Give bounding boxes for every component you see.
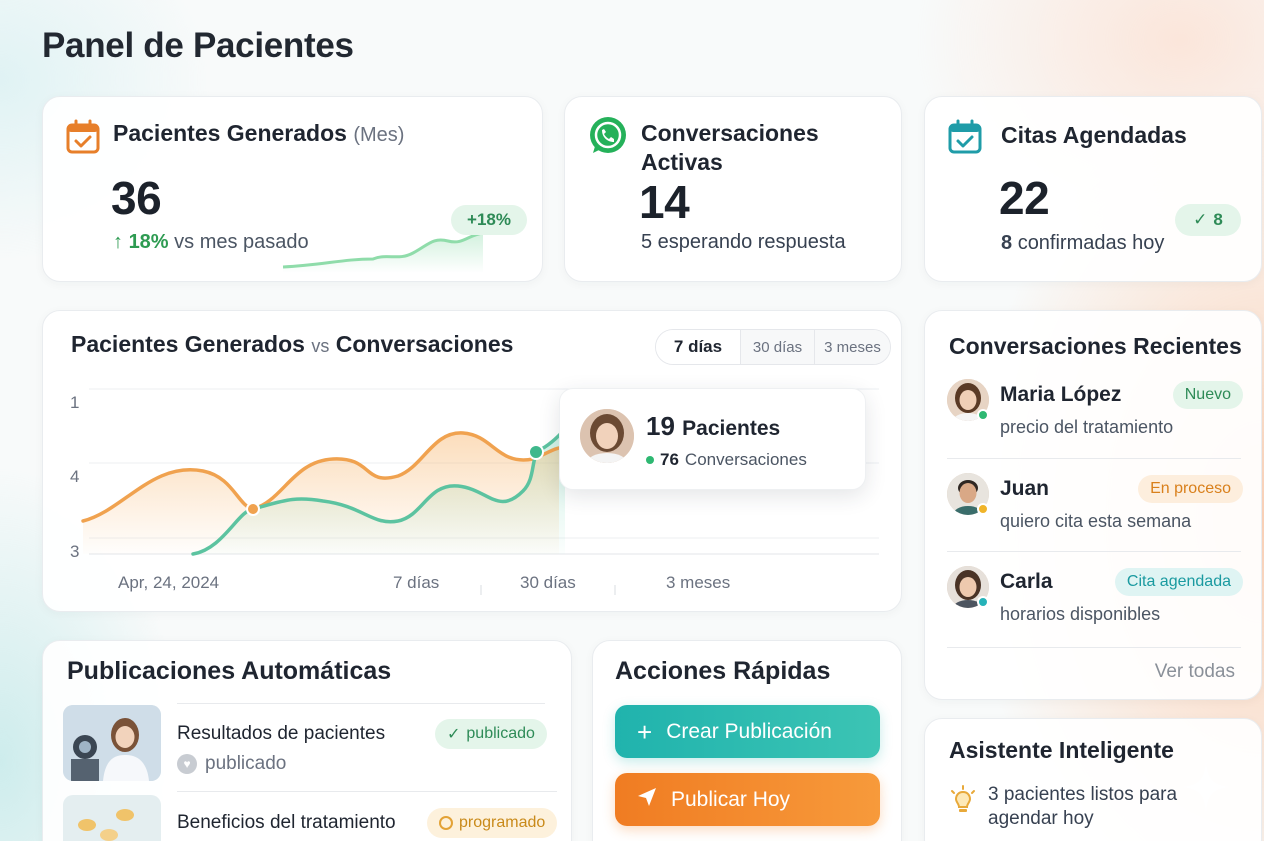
publication-thumbnail [63,705,161,781]
conversation-name: Maria López [1000,383,1122,406]
status-badge: En proceso [1138,475,1243,503]
status-badge-text: publicado [466,725,535,742]
stat-card-patients: Pacientes Generados (Mes) 36 ↑ 18% vs me… [42,96,543,282]
quick-actions-title: Acciones Rápidas [615,657,831,685]
calendar-check-icon [65,119,101,155]
send-icon [637,787,657,813]
circle-icon [439,816,453,830]
status-badge: ✓ publicado [435,719,547,749]
assistant-title: Asistente Inteligente [949,737,1174,763]
x-tick-label: 3 meses [666,573,730,592]
stat-value: 36 [111,172,162,224]
stat-title: Citas Agendadas [1001,122,1187,148]
assistant-card: Asistente Inteligente 3 pacientes listos… [924,718,1262,841]
quick-actions-card: Acciones Rápidas + Crear Publicación Pub… [592,640,902,841]
stat-badge-text: +18% [467,210,511,229]
chart-tooltip: 19 Pacientes 76 Conversaciones [559,388,866,490]
conversation-message: horarios disponibles [1000,604,1161,624]
publication-title: Resultados de pacientes [177,723,386,744]
stat-title: Pacientes Generados (Mes) [113,119,404,150]
publication-status-text: publicado [205,753,287,774]
recent-title: Conversaciones Recientes [949,333,1242,359]
chart-card: Pacientes Generados vs Conversaciones 7 … [42,310,902,612]
green-dot-icon [646,456,654,464]
tooltip-value-label: Pacientes [682,417,781,440]
stat-card-conversations: Conversaciones Activas 14 5 esperando re… [564,96,902,282]
y-tick-label: 3 [70,542,79,561]
sparkle-icon [1181,759,1231,820]
stat-badge: ✓ 8 [1175,204,1241,236]
x-tick-label: Apr, 24, 2024 [118,573,219,592]
stat-value: 14 [639,176,690,228]
create-publication-button[interactable]: + Crear Publicación [615,705,880,758]
stat-title-suffix: (Mes) [353,124,405,146]
stat-change-value: 18% [128,231,169,253]
stat-card-appointments: Citas Agendadas 22 8 confirmadas hoy ✓ 8 [924,96,1262,282]
status-badge-text: programado [459,814,546,831]
y-tick-label: 1 [70,393,79,412]
x-tick-label: 30 días [520,573,576,592]
check-icon: ✓ [447,726,461,743]
publications-card: Publicaciones Automáticas Resultados de … [42,640,572,841]
tooltip-sub-label: Conversaciones [684,450,807,469]
divider [947,458,1241,459]
page-title: Panel de Pacientes [42,26,354,65]
divider [177,703,545,704]
conversation-name: Carla [1000,570,1053,593]
divider [177,791,557,792]
publication-title: Beneficios del tratamiento [177,812,396,833]
calendar-check-icon [947,119,983,155]
status-badge: programado [427,808,558,838]
divider [947,551,1241,552]
stat-badge-text: 8 [1213,210,1223,229]
divider [947,647,1241,648]
publications-title: Publicaciones Automáticas [67,657,392,685]
data-point[interactable] [528,444,544,460]
recent-conversations-card: Conversaciones Recientes Maria López pre… [924,310,1262,700]
conversation-message: quiero cita esta semana [1000,511,1192,531]
series-area [83,432,559,554]
status-dot [977,409,989,421]
heart-icon: ♥ [177,754,197,774]
plus-icon: + [637,716,653,747]
create-publication-label: Crear Publicación [666,719,832,743]
tooltip-value-number: 19 [646,411,675,441]
x-tick-label: 7 días [393,573,439,592]
status-badge: Nuevo [1172,381,1243,409]
stat-sub: 8 confirmadas hoy [1001,232,1164,255]
stat-sub-count: 8 [1001,232,1013,254]
tooltip-value: 19 Pacientes [646,411,780,442]
publish-today-button[interactable]: Publicar Hoy [615,773,880,826]
y-tick-label: 4 [70,467,79,486]
publication-status: ♥ publicado [177,753,286,775]
stat-sub: 5 esperando respuesta [641,231,846,253]
stat-value: 22 [999,172,1050,224]
status-badge: Cita agendada [1114,568,1243,596]
avatar [580,409,634,463]
tooltip-sub-value: 76 [660,450,679,469]
conversation-name: Juan [1000,477,1050,500]
publication-thumbnail [63,795,161,841]
arrow-up-icon: ↑ [113,231,123,253]
status-dot [977,596,989,608]
view-all-link[interactable]: Ver todas [1155,661,1235,683]
whatsapp-icon [587,115,629,157]
stat-title: Conversaciones Activas [641,120,819,175]
lightbulb-icon [949,785,977,820]
stat-sub-text: confirmadas hoy [1017,232,1165,254]
conversation-message: precio del tratamiento [1000,417,1174,437]
status-dot [977,503,989,515]
data-point[interactable] [246,502,260,516]
check-icon: ✓ [1193,210,1208,229]
publish-today-label: Publicar Hoy [671,787,791,811]
stat-badge: +18% [451,205,527,235]
conversation-item[interactable]: Carla horarios disponibles Cita agendada [947,566,1243,658]
tooltip-sub: 76 Conversaciones [646,450,807,470]
stat-title-text: Pacientes Generados [113,120,347,146]
